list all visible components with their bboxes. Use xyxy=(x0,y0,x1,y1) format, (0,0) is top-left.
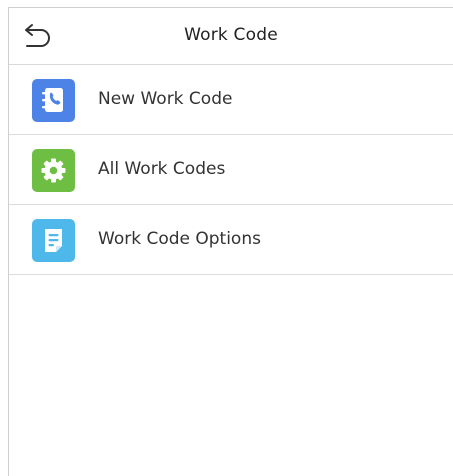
menu-item-label: New Work Code xyxy=(98,89,233,109)
menu-item-new-work-code[interactable]: New Work Code xyxy=(9,65,453,135)
screen: Work Code New Work Code All Work Codes W… xyxy=(8,7,453,476)
document-edit-icon xyxy=(32,219,75,262)
menu-item-work-code-options[interactable]: Work Code Options xyxy=(9,205,453,275)
menu-list: New Work Code All Work Codes Work Code O… xyxy=(9,65,453,275)
menu-item-label: Work Code Options xyxy=(98,229,261,249)
gear-icon xyxy=(32,149,75,192)
page-title: Work Code xyxy=(184,25,278,45)
menu-item-all-work-codes[interactable]: All Work Codes xyxy=(9,135,453,205)
menu-item-label: All Work Codes xyxy=(98,159,226,179)
header-bar: Work Code xyxy=(9,8,453,65)
phone-book-icon xyxy=(32,79,75,122)
